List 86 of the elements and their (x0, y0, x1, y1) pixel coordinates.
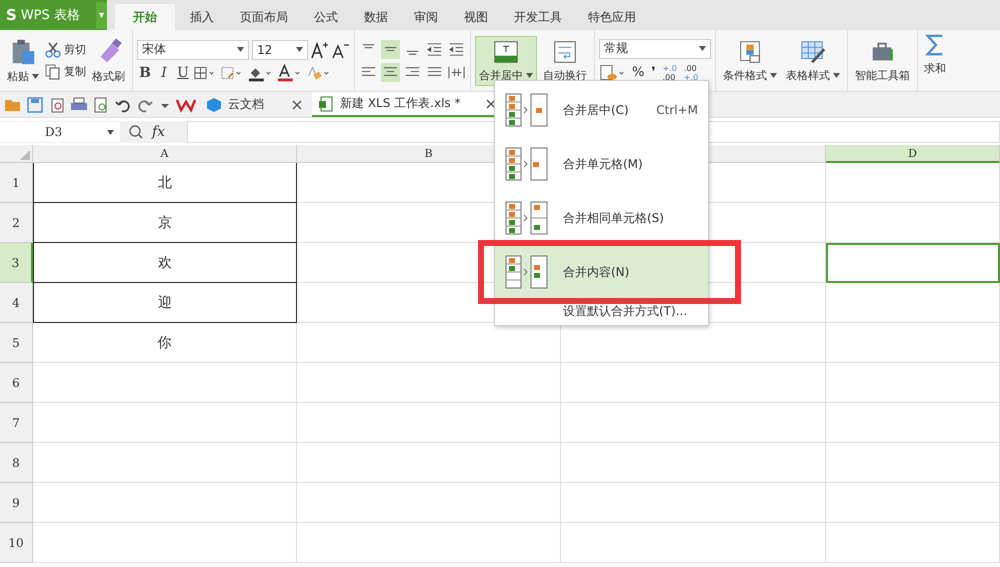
spreadsheet-file-icon (318, 96, 334, 112)
caret-icon (32, 74, 39, 78)
sum-button[interactable]: 求和 (918, 30, 949, 91)
corner-triangle-icon (20, 150, 30, 160)
caret-icon (237, 47, 244, 52)
row-header[interactable]: 1 (0, 163, 33, 203)
merge-preview-icon (505, 201, 549, 235)
close-icon[interactable] (292, 100, 302, 110)
search-icon[interactable] (128, 124, 144, 140)
ribbon-tab[interactable]: 视图 (453, 4, 499, 30)
format-painter-button[interactable]: 格式刷 (89, 36, 128, 86)
table-brush-icon (799, 38, 827, 64)
table-cell: 京 (33, 203, 297, 243)
column-header[interactable]: A (33, 145, 297, 163)
merge-preview-icon (505, 255, 549, 289)
row-header[interactable]: 6 (0, 363, 33, 403)
row-header[interactable]: 3 (0, 243, 33, 283)
paste-button[interactable]: 粘贴 (4, 36, 42, 86)
ribbon-tab[interactable]: 审阅 (403, 4, 449, 30)
table-cell: 你 (33, 323, 297, 363)
bold-button[interactable]: B (137, 64, 153, 80)
function-button[interactable]: fx (152, 124, 166, 140)
save-icon[interactable] (26, 96, 44, 112)
table-cell: 北 (33, 163, 297, 203)
logo-letter: S (6, 6, 17, 24)
name-box[interactable]: D3 (0, 122, 120, 142)
row-header[interactable]: 5 (0, 323, 33, 363)
align-icon[interactable] (381, 40, 400, 58)
column-header[interactable]: D (826, 145, 1000, 163)
row-header[interactable]: 7 (0, 403, 33, 443)
merge-preview-icon (505, 93, 549, 127)
ribbon-tab[interactable]: 特色应用 (577, 4, 647, 30)
font-size-dropdown[interactable]: 12 (252, 40, 308, 60)
table-cell: 欢 (33, 243, 297, 283)
w-logo-icon[interactable] (176, 96, 196, 112)
menu-item[interactable]: 合并内容(N) (495, 245, 708, 299)
caret-icon (526, 72, 533, 78)
menu-item[interactable]: 设置默认合并方式(T)... (495, 299, 708, 323)
document-tab[interactable]: 云文档 (200, 92, 308, 117)
app-logo-button[interactable]: S WPS 表格 ▾ (0, 0, 107, 30)
print-icon[interactable] (70, 96, 88, 112)
underline-button[interactable]: U (175, 64, 191, 80)
caret-icon (770, 72, 777, 78)
row-header[interactable]: 10 (0, 523, 33, 563)
merge-cells-icon (492, 38, 520, 64)
number-format-dropdown[interactable]: 常规 (599, 38, 711, 58)
merge-preview-icon (505, 147, 549, 181)
wrap-text-button[interactable]: 自动换行 (540, 36, 590, 84)
caret-icon (107, 130, 114, 134)
app-title: WPS 表格 (20, 7, 80, 24)
grow-font-icon[interactable] (311, 40, 329, 58)
ribbon-tab[interactable]: 开始 (115, 4, 175, 30)
scissors-icon (45, 42, 61, 58)
toolbox-button[interactable]: 智能工具箱 (852, 36, 913, 84)
table-cell: 迎 (33, 283, 297, 323)
merge-center-button[interactable]: 合并居中 (475, 36, 537, 86)
align-icon[interactable] (381, 62, 400, 82)
copy-icon (45, 64, 61, 80)
comma-button[interactable]: ❜ (649, 65, 658, 80)
copy-button[interactable]: 复制 (45, 64, 86, 80)
caret-icon (833, 72, 840, 78)
italic-button[interactable]: I (156, 64, 172, 80)
active-cell[interactable] (826, 243, 1000, 283)
decrease-decimal-button[interactable]: .00 +.0 (682, 64, 700, 82)
ribbon-tab[interactable]: 公式 (303, 4, 349, 30)
font-family-dropdown[interactable]: 宋体 (137, 40, 249, 60)
ribbon-tab[interactable]: 开发工具 (503, 4, 573, 30)
ribbon-tab[interactable]: 数据 (353, 4, 399, 30)
caret-icon (699, 46, 706, 51)
table-style-button[interactable]: 表格样式 (783, 36, 843, 84)
percent-button[interactable]: % (630, 65, 646, 80)
shortcut-text: Ctrl+M (656, 103, 698, 117)
row-header[interactable]: 9 (0, 483, 33, 523)
row-header[interactable]: 8 (0, 443, 33, 483)
caret-icon (296, 47, 303, 52)
menu-item[interactable]: 合并相同单元格(S) (495, 191, 708, 245)
cut-button[interactable]: 剪切 (45, 42, 86, 58)
row-header[interactable]: 4 (0, 283, 33, 323)
row-header[interactable]: 2 (0, 203, 33, 243)
ribbon-tab[interactable]: 插入 (179, 4, 225, 30)
cube-icon (206, 96, 222, 112)
ribbon-tab[interactable]: 页面布局 (229, 4, 299, 30)
increase-decimal-button[interactable]: +.0 .00 (660, 64, 679, 82)
conditional-format-button[interactable]: 条件格式 (720, 36, 780, 84)
close-icon[interactable] (486, 98, 496, 108)
caret-icon: ▾ (96, 2, 107, 28)
